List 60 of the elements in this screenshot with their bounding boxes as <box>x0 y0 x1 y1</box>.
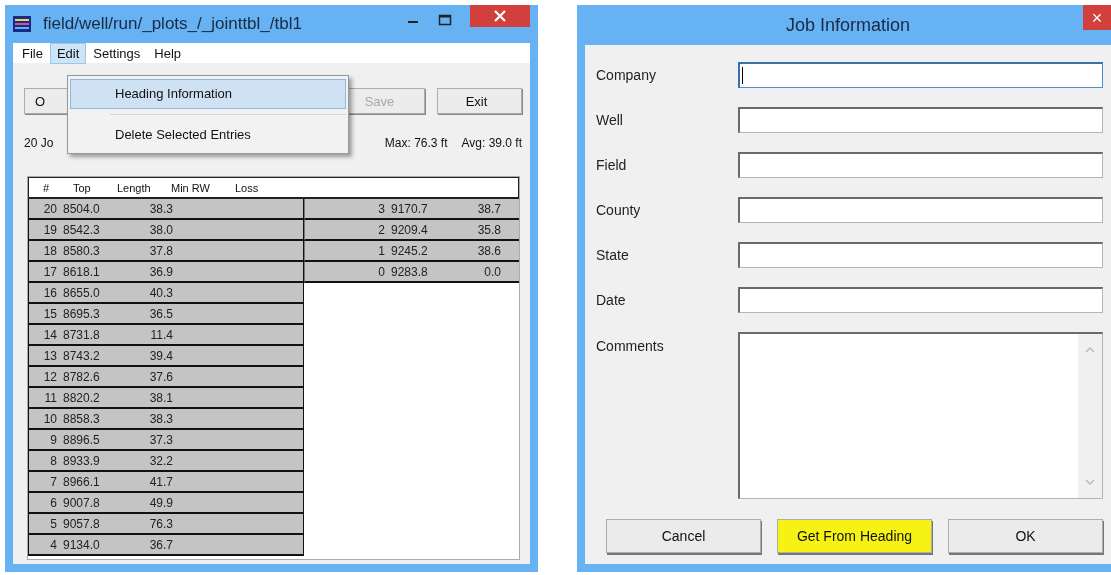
app-icon <box>13 16 31 32</box>
status-text: Max: 76.3 ft <box>384 136 448 150</box>
column-header: # <box>43 181 51 194</box>
table-row[interactable]: 9 8896.5 37.3 <box>28 430 304 451</box>
field-label: Date <box>596 292 627 308</box>
table-row[interactable]: 3 9170.7 38.7 <box>304 199 519 220</box>
table-row[interactable]: 2 9209.4 35.8 <box>304 220 519 241</box>
table-row[interactable]: 15 8695.3 36.5 <box>28 304 304 325</box>
menu-item[interactable]: File <box>15 42 50 64</box>
table-row[interactable]: 8 8933.9 32.2 <box>28 451 304 472</box>
table-row[interactable]: 20 8504.0 38.3 <box>28 199 304 220</box>
table-row[interactable]: 19 8542.3 38.0 <box>28 220 304 241</box>
table-row[interactable]: 0 9283.8 0.0 <box>304 262 519 283</box>
field-label: Well <box>596 112 624 128</box>
input-field[interactable] <box>738 242 1103 268</box>
table-row[interactable]: 6 9007.8 49.9 <box>28 493 304 514</box>
dialog-button[interactable]: Get From Heading <box>777 519 932 553</box>
input-field[interactable] <box>738 62 1103 88</box>
table-row[interactable]: 18 8580.3 37.8 <box>28 241 304 262</box>
column-header: Length <box>117 181 152 194</box>
dialog-button[interactable]: OK <box>948 519 1103 553</box>
input-field[interactable] <box>738 197 1103 223</box>
close-button[interactable]: × <box>1083 5 1111 30</box>
comments-field[interactable] <box>738 332 1103 499</box>
table-row[interactable]: 17 8618.1 36.9 <box>28 262 304 283</box>
field-label: Field <box>596 157 628 173</box>
menu-item[interactable]: Settings <box>86 42 148 64</box>
status-text: 20 Jo <box>24 136 54 150</box>
maximize-icon[interactable] <box>438 13 452 27</box>
window-title: field/well/run/_plots_/_jointtbl_/tbl1 <box>43 14 302 34</box>
table-row[interactable]: 1 9245.2 38.6 <box>304 241 519 262</box>
input-field[interactable] <box>738 107 1103 133</box>
field-label: Company <box>596 67 657 83</box>
column-header: Top <box>73 181 92 194</box>
field-label: County <box>596 202 642 218</box>
input-field[interactable] <box>738 287 1103 313</box>
table-row[interactable]: 14 8731.8 11.4 <box>28 325 304 346</box>
menu-option[interactable]: Heading Information <box>70 79 346 109</box>
close-icon[interactable] <box>494 10 506 22</box>
status-text: Avg: 39.0 ft <box>461 136 522 150</box>
table-row[interactable]: 13 8743.2 39.4 <box>28 346 304 367</box>
table-row[interactable]: 10 8858.3 38.3 <box>28 409 304 430</box>
menu-item[interactable]: Edit <box>49 42 87 64</box>
menu-item[interactable]: Help <box>147 42 189 64</box>
close-button[interactable] <box>470 5 530 27</box>
input-field[interactable] <box>738 152 1103 178</box>
field-label: State <box>596 247 630 263</box>
column-header: Loss <box>235 181 259 194</box>
table-row[interactable]: 11 8820.2 38.1 <box>28 388 304 409</box>
field-label: Comments <box>596 338 665 354</box>
table-row[interactable]: 5 9057.8 76.3 <box>28 514 304 535</box>
table-row[interactable]: 4 9134.0 36.7 <box>28 535 304 556</box>
menu-option[interactable]: Delete Selected Entries <box>70 120 346 150</box>
dialog-button[interactable]: Cancel <box>606 519 761 553</box>
dialog-title: Job Information <box>785 14 911 36</box>
table-row[interactable]: 16 8655.0 40.3 <box>28 283 304 304</box>
table-row[interactable]: 12 8782.6 37.6 <box>28 367 304 388</box>
table-row[interactable]: 7 8966.1 41.7 <box>28 472 304 493</box>
column-header: Min RW <box>171 181 211 194</box>
toolbar-button[interactable]: Exit <box>437 88 522 114</box>
